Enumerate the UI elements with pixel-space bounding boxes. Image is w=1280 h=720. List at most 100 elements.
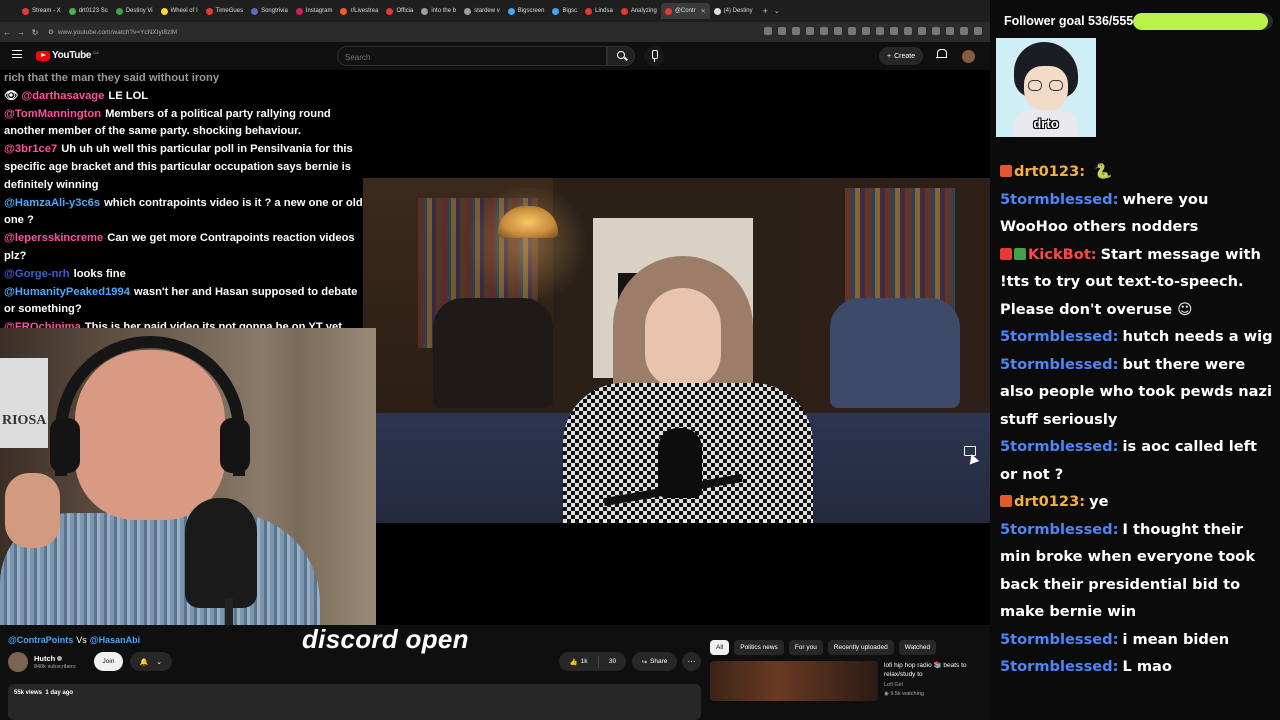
tab-favicon-icon [713, 7, 721, 15]
reload-button[interactable]: ↻ [28, 28, 42, 37]
chat-eye-icon: 👁 [4, 89, 22, 102]
browser-tab[interactable]: Wheel of I [157, 3, 202, 19]
chat-log-username: 5tormblessed: [1000, 438, 1119, 455]
extension-icon[interactable] [862, 27, 870, 35]
account-avatar[interactable] [962, 50, 975, 63]
tab-label: Bigscreen [517, 8, 545, 14]
search-input[interactable] [338, 48, 606, 67]
extension-icon[interactable] [792, 27, 800, 35]
filter-chip[interactable]: Recently uploaded [827, 640, 894, 655]
stream-chat-text: LE LOL [108, 89, 149, 102]
browser-tab[interactable]: stardew v [460, 3, 504, 19]
extension-icon[interactable] [834, 27, 842, 35]
browser-tab[interactable]: Analyzing [617, 3, 661, 19]
browser-tab[interactable]: Officia [382, 3, 417, 19]
subscriber-count: 840k subscribers [34, 664, 76, 670]
title-mention-hasanabi[interactable]: @HasanAbi [90, 635, 140, 645]
browser-tab[interactable]: TimeGues [202, 3, 247, 19]
extension-icon[interactable] [946, 27, 954, 35]
recommended-video-channel[interactable]: Lofi Girl [884, 682, 903, 688]
browser-tab[interactable]: Stream - X [18, 3, 65, 19]
streamer-avatar-card: drto [996, 38, 1096, 137]
browser-tab[interactable]: drt0123 Sc [65, 3, 112, 19]
streamer-webcam: RIOSA [0, 328, 376, 625]
contrapoints-video-frame[interactable] [363, 178, 990, 523]
site-info-icon[interactable]: ⚙ [48, 28, 54, 36]
address-bar: ← → ↻ ⚙ www.youtube.com/watch?v=YcNXIyI8… [0, 22, 990, 42]
tab-favicon-icon [386, 7, 394, 15]
extension-icon[interactable] [876, 27, 884, 35]
tab-close-icon[interactable]: ✕ [701, 8, 706, 15]
channel-name[interactable]: Hutch [34, 654, 63, 663]
create-button[interactable]: + Create [879, 47, 924, 65]
tab-favicon-icon [664, 7, 672, 15]
tab-label: Destiny Vi [125, 8, 153, 14]
extension-icon[interactable] [890, 27, 898, 35]
like-button[interactable]: 👍 1k [559, 655, 599, 668]
armchair-right [830, 298, 960, 408]
filter-chip[interactable]: Politics news [734, 640, 784, 655]
chat-log-username: KickBot: [1028, 245, 1097, 263]
stream-chat-username: @Gorge-nrh [4, 267, 70, 280]
extension-icon[interactable] [764, 27, 772, 35]
filter-chip[interactable]: For you [788, 640, 823, 655]
extension-icon[interactable] [848, 27, 856, 35]
join-button[interactable]: Join [94, 652, 123, 671]
video-title: @ContraPoints Vs @HasanAbi [8, 635, 140, 645]
extension-icon[interactable] [932, 27, 940, 35]
extension-icon[interactable] [918, 27, 926, 35]
browser-tab-bar: Stream - X drt0123 Sc Destiny Vi Wheel of I… [0, 0, 990, 22]
extension-icon[interactable] [806, 27, 814, 35]
headphone-earcup-left [50, 418, 80, 473]
browser-menu-icon[interactable] [974, 27, 982, 35]
youtube-logo[interactable]: YouTube CA [36, 50, 99, 61]
search-button[interactable] [607, 46, 635, 66]
tab-label: stardew v [474, 8, 500, 14]
tab-list-icon[interactable]: ⌄ [774, 7, 780, 15]
extension-icon[interactable] [960, 27, 968, 35]
extension-icon[interactable] [820, 27, 828, 35]
hamburger-menu-icon[interactable] [12, 50, 22, 58]
browser-tab[interactable]: @Contr ✕ [660, 3, 710, 19]
chat-log-message: 5tormblessed: i mean biden [1000, 626, 1276, 654]
recommended-video-thumbnail[interactable] [710, 661, 878, 701]
url-field[interactable]: ⚙ www.youtube.com/watch?v=YcNXIyI8zlM [48, 28, 178, 37]
subscribed-button[interactable]: 🔔 ⌄ [130, 652, 172, 671]
verified-icon [57, 656, 63, 661]
extension-icons [764, 27, 982, 35]
embedded-stream-chat: rich that the man they said without iron… [0, 70, 370, 333]
chat-log-message: 5tormblessed: I thought their min broke w… [1000, 516, 1276, 626]
url-text: www.youtube.com/watch?v=YcNXIyI8zlM [57, 28, 178, 36]
browser-tab[interactable]: Songtrivia [247, 3, 292, 19]
browser-tab[interactable]: into the b [417, 3, 460, 19]
browser-tab[interactable]: Bigscreen [504, 3, 549, 19]
title-mention-contrapoints[interactable]: @ContraPoints [8, 635, 73, 645]
tab-favicon-icon [507, 7, 515, 15]
tab-favicon-icon [421, 7, 429, 15]
browser-tab[interactable]: Lindsa [581, 3, 617, 19]
tab-label: TimeGues [215, 8, 244, 14]
kick-badge-icon [1000, 495, 1012, 507]
tab-label: Wheel of I [170, 8, 198, 14]
back-button[interactable]: ← [0, 28, 14, 37]
extension-icon[interactable] [778, 27, 786, 35]
more-actions-button[interactable]: ··· [682, 652, 701, 671]
new-tab-icon[interactable]: + [763, 6, 768, 16]
browser-tab[interactable]: Instagram [292, 3, 337, 19]
share-button[interactable]: ↪ Share [632, 652, 677, 671]
notifications-bell-icon[interactable] [936, 49, 947, 60]
description-box[interactable]: 55k views 1 day ago [8, 684, 701, 720]
channel-avatar[interactable] [8, 652, 28, 672]
filter-chip[interactable]: Watched [898, 640, 937, 655]
video-player[interactable]: rich that the man they said without iron… [0, 70, 990, 625]
browser-tab[interactable]: (4) Destiny [710, 3, 757, 19]
filter-chip[interactable]: All [710, 640, 730, 655]
browser-tab[interactable]: Destiny Vi [112, 3, 157, 19]
forward-button[interactable]: → [14, 28, 28, 37]
recommended-video-title[interactable]: lofi hip hop radio 📚 beats to relax/stud… [884, 661, 984, 679]
extension-icon[interactable] [904, 27, 912, 35]
browser-tab[interactable]: Bigsc [548, 3, 581, 19]
voice-search-icon[interactable] [644, 46, 664, 66]
dislike-button[interactable]: 30 [599, 658, 626, 665]
browser-tab[interactable]: r/Livestrea [336, 3, 382, 19]
